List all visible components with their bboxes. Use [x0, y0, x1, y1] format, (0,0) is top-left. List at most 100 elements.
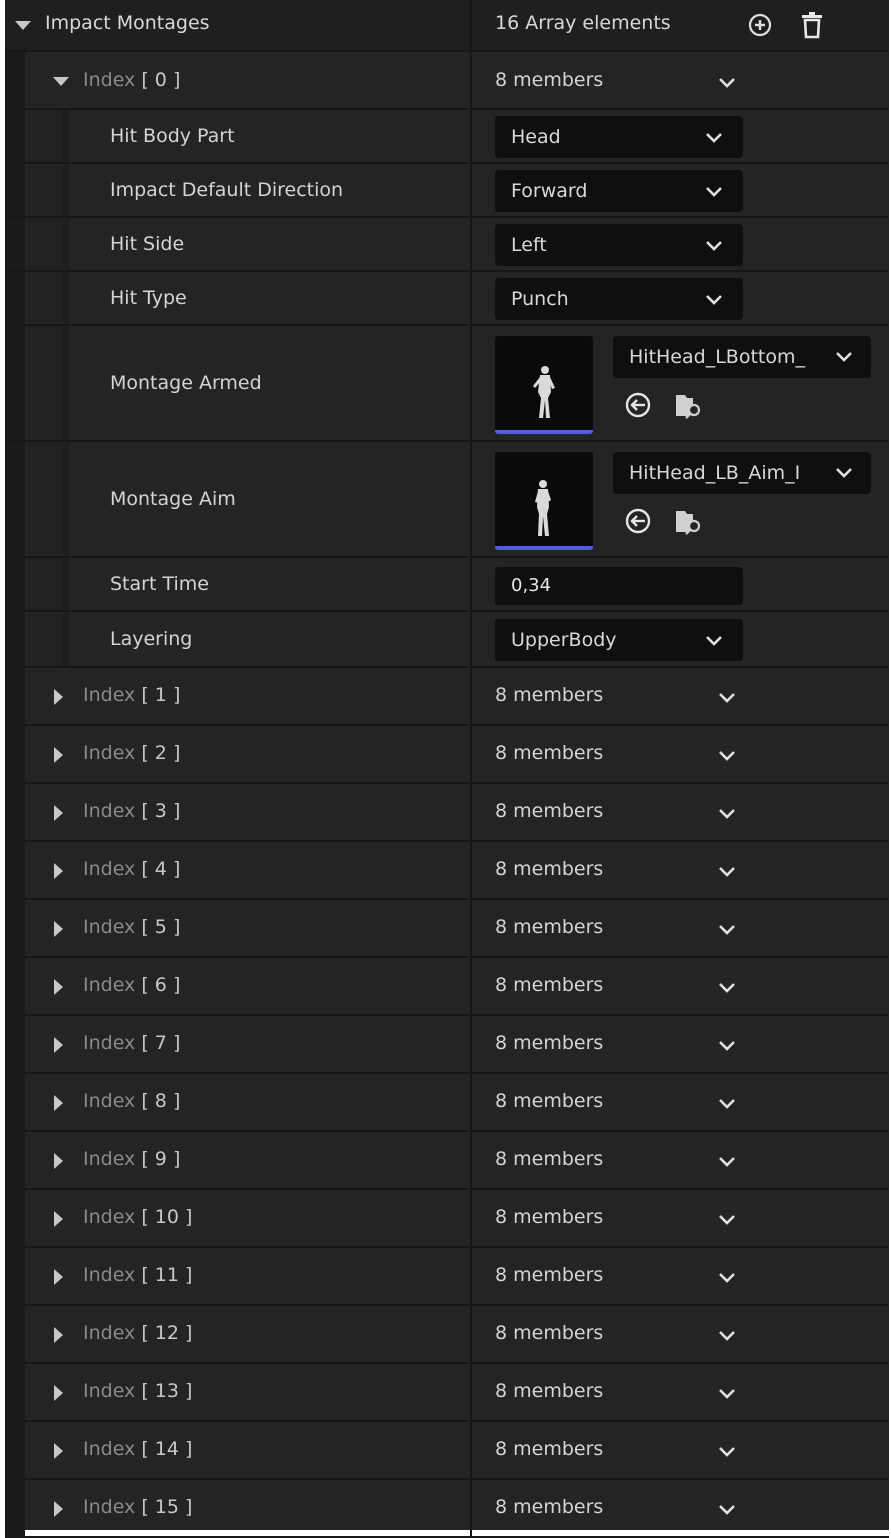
property-label: Montage Armed — [110, 372, 262, 394]
index-label: Index [ 9 ] — [83, 1148, 181, 1170]
trash-icon[interactable] — [797, 10, 827, 40]
column-divider — [470, 726, 472, 782]
index-row[interactable]: Index [ 3 ] 8 members — [5, 784, 889, 842]
expand-arrow-icon[interactable] — [54, 921, 63, 937]
expand-arrow-icon[interactable] — [54, 1501, 63, 1517]
chevron-down-icon[interactable] — [718, 1388, 736, 1400]
index-row[interactable]: Index [ 11 ] 8 members — [5, 1248, 889, 1306]
column-divider — [470, 1132, 472, 1188]
index-row-0[interactable]: Index [ 0 ] 8 members — [5, 52, 889, 110]
index-row[interactable]: Index [ 2 ] 8 members — [5, 726, 889, 784]
dropdown-value: UpperBody — [511, 629, 617, 651]
layering-row: Layering UpperBody — [5, 612, 889, 668]
index-row[interactable]: Index [ 8 ] 8 members — [5, 1074, 889, 1132]
use-selected-icon[interactable] — [623, 506, 653, 536]
index-row[interactable]: Index [ 12 ] 8 members — [5, 1306, 889, 1364]
chevron-down-icon[interactable] — [718, 1156, 736, 1168]
expand-arrow-icon[interactable] — [15, 21, 31, 30]
array-indent-band — [5, 958, 25, 1016]
layering-dropdown[interactable]: UpperBody — [495, 619, 743, 661]
column-divider — [470, 442, 472, 556]
index-row[interactable]: Index [ 5 ] 8 members — [5, 900, 889, 958]
chevron-down-icon[interactable] — [718, 1446, 736, 1458]
hit-side-dropdown[interactable]: Left — [495, 224, 743, 266]
asset-thumbnail[interactable] — [495, 452, 593, 550]
index-label: Index [ 12 ] — [83, 1322, 193, 1344]
expand-arrow-icon[interactable] — [54, 747, 63, 763]
index-row[interactable]: Index [ 6 ] 8 members — [5, 958, 889, 1016]
start-time-input[interactable]: 0,34 — [495, 567, 743, 605]
chevron-down-icon[interactable] — [718, 77, 736, 89]
montage-armed-row: Montage Armed HitHead_LBottom_ — [5, 326, 889, 442]
property-label: Hit Side — [110, 233, 185, 255]
expand-arrow-icon[interactable] — [54, 1385, 63, 1401]
members-count: 8 members — [495, 69, 604, 91]
montage-armed-asset-picker[interactable]: HitHead_LBottom_ — [613, 336, 871, 378]
array-indent-band — [5, 1074, 25, 1132]
expand-arrow-icon[interactable] — [53, 77, 69, 86]
expand-arrow-icon[interactable] — [54, 1095, 63, 1111]
index-label: Index [ 3 ] — [83, 800, 181, 822]
chevron-down-icon[interactable] — [718, 692, 736, 704]
index-row[interactable]: Index [ 7 ] 8 members — [5, 1016, 889, 1074]
index-label: Index [ 8 ] — [83, 1090, 181, 1112]
chevron-down-icon — [836, 352, 852, 362]
chevron-down-icon — [706, 295, 722, 305]
input-value: 0,34 — [511, 575, 552, 596]
add-circle-icon[interactable] — [745, 10, 775, 40]
property-label: Montage Aim — [110, 488, 236, 510]
index-row[interactable]: Index [ 14 ] 8 members — [5, 1422, 889, 1480]
array-indent-band — [5, 1364, 25, 1422]
expand-arrow-icon[interactable] — [54, 863, 63, 879]
column-divider — [470, 1480, 472, 1536]
start-time-row: Start Time 0,34 — [5, 558, 889, 612]
browse-to-asset-icon[interactable] — [673, 390, 703, 420]
expand-arrow-icon[interactable] — [54, 1443, 63, 1459]
expand-arrow-icon[interactable] — [54, 1037, 63, 1053]
expand-arrow-icon[interactable] — [54, 1327, 63, 1343]
asset-thumbnail[interactable] — [495, 336, 593, 434]
members-count: 8 members — [495, 1438, 604, 1460]
hit-body-part-dropdown[interactable]: Head — [495, 116, 743, 158]
members-count: 8 members — [495, 858, 604, 880]
members-count: 8 members — [495, 742, 604, 764]
column-divider — [470, 164, 472, 216]
expand-arrow-icon[interactable] — [54, 1211, 63, 1227]
index-row[interactable]: Index [ 15 ] 8 members — [5, 1480, 889, 1538]
impact-montages-header[interactable]: Impact Montages 16 Array elements — [5, 0, 889, 52]
chevron-down-icon[interactable] — [718, 1098, 736, 1110]
chevron-down-icon[interactable] — [718, 808, 736, 820]
use-selected-icon[interactable] — [623, 390, 653, 420]
index-row[interactable]: Index [ 10 ] 8 members — [5, 1190, 889, 1248]
montage-aim-asset-picker[interactable]: HitHead_LB_Aim_I — [613, 452, 871, 494]
chevron-down-icon[interactable] — [718, 924, 736, 936]
column-divider — [470, 842, 472, 898]
index-row[interactable]: Index [ 4 ] 8 members — [5, 842, 889, 900]
chevron-down-icon[interactable] — [718, 750, 736, 762]
index-label: Index [ 11 ] — [83, 1264, 193, 1286]
hit-type-row: Hit Type Punch — [5, 272, 889, 326]
chevron-down-icon[interactable] — [718, 1040, 736, 1052]
expand-arrow-icon[interactable] — [54, 979, 63, 995]
impact-default-direction-dropdown[interactable]: Forward — [495, 170, 743, 212]
chevron-down-icon[interactable] — [718, 1330, 736, 1342]
expand-arrow-icon[interactable] — [54, 1153, 63, 1169]
index-row[interactable]: Index [ 9 ] 8 members — [5, 1132, 889, 1190]
members-count: 8 members — [495, 1496, 604, 1518]
chevron-down-icon[interactable] — [718, 982, 736, 994]
browse-to-asset-icon[interactable] — [673, 506, 703, 536]
index-label: Index [ 5 ] — [83, 916, 181, 938]
chevron-down-icon[interactable] — [718, 1214, 736, 1226]
index-label: Index [ 13 ] — [83, 1380, 193, 1402]
index-row[interactable]: Index [ 1 ] 8 members — [5, 668, 889, 726]
array-indent-band — [5, 1306, 25, 1364]
expand-arrow-icon[interactable] — [54, 689, 63, 705]
expand-arrow-icon[interactable] — [54, 1269, 63, 1285]
array-indent-band — [5, 1248, 25, 1306]
expand-arrow-icon[interactable] — [54, 805, 63, 821]
chevron-down-icon[interactable] — [718, 866, 736, 878]
chevron-down-icon[interactable] — [718, 1272, 736, 1284]
chevron-down-icon[interactable] — [718, 1504, 736, 1516]
hit-type-dropdown[interactable]: Punch — [495, 278, 743, 320]
index-row[interactable]: Index [ 13 ] 8 members — [5, 1364, 889, 1422]
